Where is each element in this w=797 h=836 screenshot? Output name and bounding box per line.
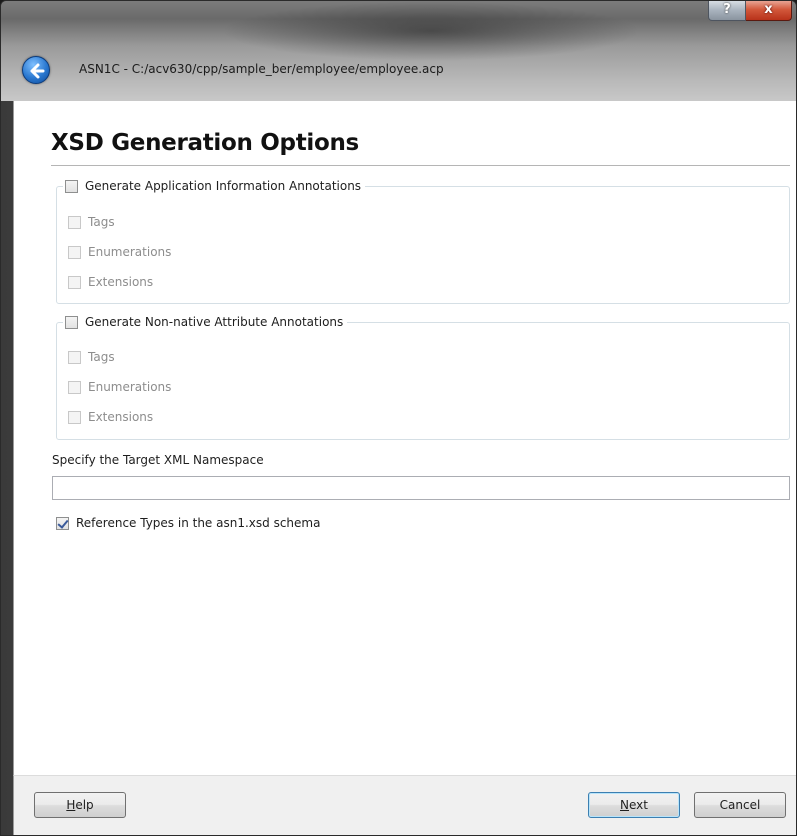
back-button[interactable] <box>22 56 50 84</box>
non-native-annotations-checkbox[interactable] <box>65 315 78 329</box>
help-button-hotkey: H <box>66 798 76 812</box>
next-button-label: ext <box>629 798 648 812</box>
app-info-enumerations-option[interactable]: Enumerations <box>68 244 171 260</box>
wizard-window: ? x ASN1C - C:/acv630/cpp/sample_ber/emp… <box>0 0 797 836</box>
wizard-footer: Help Next Cancel <box>13 775 796 835</box>
non-native-tags-label: Tags <box>88 350 115 364</box>
page-title: XSD Generation Options <box>51 130 359 156</box>
target-namespace-label: Specify the Target XML Namespace <box>52 453 264 467</box>
non-native-extensions-checkbox[interactable] <box>68 410 81 424</box>
app-info-annotations-label: Generate Application Information Annotat… <box>85 179 362 193</box>
non-native-enumerations-checkbox[interactable] <box>68 380 81 394</box>
title-bar-glass <box>221 1 641 61</box>
non-native-tags-checkbox[interactable] <box>68 350 81 364</box>
app-info-extensions-checkbox[interactable] <box>68 275 81 289</box>
window-title: ASN1C - C:/acv630/cpp/sample_ber/employe… <box>79 62 444 76</box>
non-native-enumerations-option[interactable]: Enumerations <box>68 379 171 395</box>
window-close-button[interactable]: x <box>746 1 792 21</box>
group-non-native-header[interactable]: Generate Non-native Attribute Annotation… <box>63 313 348 331</box>
target-namespace-input[interactable] <box>52 476 790 500</box>
help-button-label: elp <box>75 798 94 812</box>
window-controls: ? x <box>708 1 792 21</box>
group-app-info-header[interactable]: Generate Application Information Annotat… <box>63 177 366 195</box>
group-app-info-annotations: Generate Application Information Annotat… <box>56 177 790 304</box>
group-non-native-annotations: Generate Non-native Attribute Annotation… <box>56 313 790 440</box>
app-info-extensions-label: Extensions <box>88 275 154 289</box>
wizard-content: XSD Generation Options Generate Applicat… <box>13 101 796 775</box>
next-button-hotkey: N <box>620 798 629 812</box>
next-button[interactable]: Next <box>588 792 680 818</box>
app-info-annotations-checkbox[interactable] <box>65 179 78 193</box>
reference-types-label: Reference Types in the asn1.xsd schema <box>76 516 321 530</box>
app-info-enumerations-label: Enumerations <box>88 245 172 259</box>
reference-types-option[interactable]: Reference Types in the asn1.xsd schema <box>56 515 320 531</box>
help-button[interactable]: Help <box>34 792 126 818</box>
non-native-extensions-label: Extensions <box>88 410 154 424</box>
non-native-enumerations-label: Enumerations <box>88 380 172 394</box>
app-info-enumerations-checkbox[interactable] <box>68 245 81 259</box>
cancel-button[interactable]: Cancel <box>694 792 786 818</box>
non-native-extensions-option[interactable]: Extensions <box>68 409 153 425</box>
app-info-tags-option[interactable]: Tags <box>68 214 115 230</box>
non-native-tags-option[interactable]: Tags <box>68 349 115 365</box>
back-arrow-icon <box>30 63 45 79</box>
app-info-tags-checkbox[interactable] <box>68 215 81 229</box>
reference-types-checkbox[interactable] <box>56 516 69 530</box>
title-divider <box>51 165 790 166</box>
window-help-button[interactable]: ? <box>708 1 746 21</box>
app-info-extensions-option[interactable]: Extensions <box>68 274 153 290</box>
title-bar: ? x ASN1C - C:/acv630/cpp/sample_ber/emp… <box>1 1 796 101</box>
non-native-annotations-label: Generate Non-native Attribute Annotation… <box>85 315 344 329</box>
app-info-tags-label: Tags <box>88 215 115 229</box>
